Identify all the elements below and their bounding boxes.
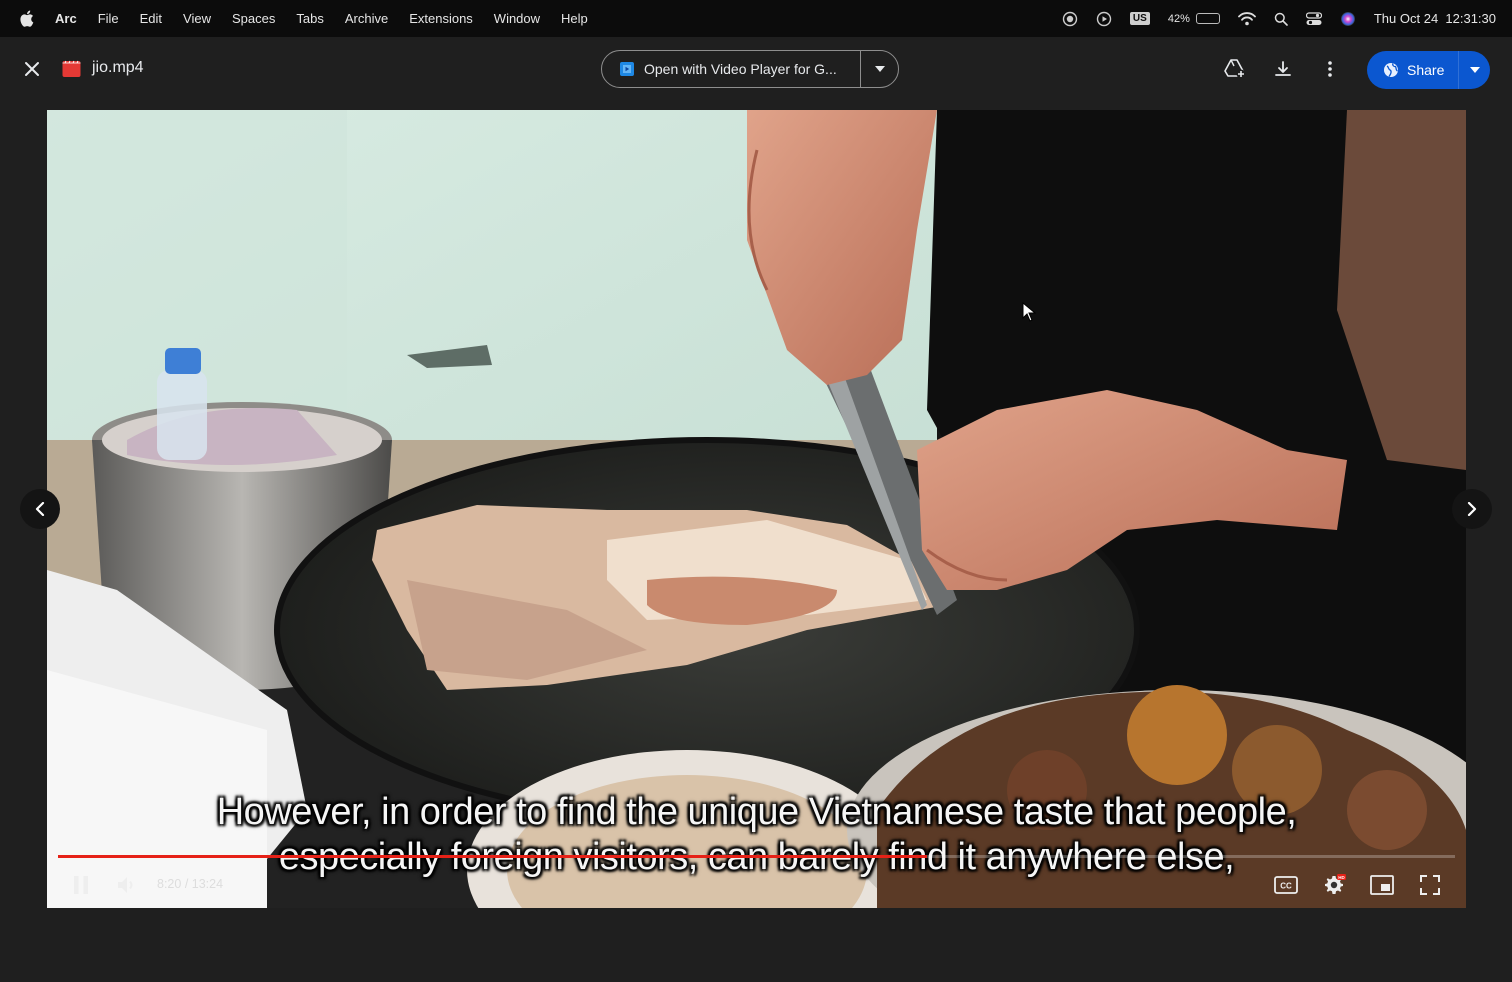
menu-spaces[interactable]: Spaces xyxy=(232,11,275,26)
menu-file[interactable]: File xyxy=(98,11,119,26)
caret-down-icon xyxy=(874,66,885,72)
menu-bar: Arc File Edit View Spaces Tabs Archive E… xyxy=(0,0,1512,37)
battery-percent: 42% xyxy=(1167,12,1190,25)
current-time: 8:20 xyxy=(157,877,182,891)
progress-bar-played xyxy=(58,855,927,858)
video-player-app-icon xyxy=(620,62,634,76)
more-vert-icon[interactable] xyxy=(1318,57,1342,81)
play-circle-icon[interactable] xyxy=(1096,11,1112,27)
menu-app-name[interactable]: Arc xyxy=(55,11,77,26)
download-icon[interactable] xyxy=(1271,57,1295,81)
control-center-icon[interactable] xyxy=(1305,11,1322,26)
menu-tabs[interactable]: Tabs xyxy=(296,11,323,26)
menu-window[interactable]: Window xyxy=(494,11,540,26)
share-label: Share xyxy=(1407,62,1445,78)
battery-status[interactable]: 42% xyxy=(1168,13,1220,25)
mouse-cursor-icon xyxy=(1022,302,1036,322)
share-button[interactable]: Share xyxy=(1367,51,1458,89)
miniplayer-icon[interactable] xyxy=(1368,871,1396,899)
battery-icon xyxy=(1195,13,1220,24)
svg-text:HD: HD xyxy=(1338,875,1345,880)
svg-text:CC: CC xyxy=(1280,882,1292,891)
open-with-split-button: Open with Video Player for G... xyxy=(601,50,899,88)
file-name: jio.mp4 xyxy=(92,59,144,76)
volume-icon[interactable] xyxy=(113,871,141,899)
subtitle-line-1: However, in order to find the unique Vie… xyxy=(216,791,1297,833)
viewer-toolbar: jio.mp4 Open with Video Player for G... … xyxy=(0,37,1512,103)
open-with-label: Open with Video Player for G... xyxy=(644,61,837,77)
menu-extensions[interactable]: Extensions xyxy=(409,11,473,26)
wifi-icon[interactable] xyxy=(1237,11,1256,26)
video-file-icon xyxy=(62,59,81,78)
previous-file-button[interactable] xyxy=(20,489,60,529)
siri-icon[interactable] xyxy=(1340,11,1356,27)
menu-view[interactable]: View xyxy=(183,11,211,26)
video-player[interactable]: However, in order to find the unique Vie… xyxy=(47,110,1466,908)
apple-icon[interactable] xyxy=(19,10,37,27)
open-with-dropdown[interactable] xyxy=(860,51,898,87)
time-display: 8:20 / 13:24 xyxy=(157,877,223,891)
globe-icon xyxy=(1383,62,1399,78)
settings-gear-icon[interactable]: HD xyxy=(1320,871,1348,899)
share-split-button: Share xyxy=(1367,51,1490,89)
record-icon[interactable] xyxy=(1062,11,1078,27)
clock[interactable]: Thu Oct 24 12:31:30 xyxy=(1374,11,1496,26)
chevron-left-icon xyxy=(35,502,45,516)
caret-down-icon xyxy=(1469,67,1480,73)
time-separator: / xyxy=(181,877,192,891)
menu-help[interactable]: Help xyxy=(561,11,588,26)
video-frame xyxy=(47,110,1466,908)
menu-archive[interactable]: Archive xyxy=(345,11,388,26)
pause-icon[interactable] xyxy=(67,871,95,899)
spotlight-search-icon[interactable] xyxy=(1274,12,1288,26)
next-file-button[interactable] xyxy=(1452,489,1492,529)
progress-bar[interactable] xyxy=(58,855,1455,858)
duration: 13:24 xyxy=(191,877,224,891)
fullscreen-icon[interactable] xyxy=(1416,871,1444,899)
share-dropdown[interactable] xyxy=(1458,51,1490,89)
video-controls: 8:20 / 13:24 CC HD xyxy=(47,862,1466,908)
chevron-right-icon xyxy=(1467,502,1477,516)
add-to-drive-icon[interactable] xyxy=(1223,57,1247,81)
captions-icon[interactable]: CC xyxy=(1272,871,1300,899)
open-with-button[interactable]: Open with Video Player for G... xyxy=(602,51,860,87)
menu-edit[interactable]: Edit xyxy=(140,11,162,26)
close-icon[interactable] xyxy=(20,57,44,81)
input-source-badge[interactable]: US xyxy=(1129,12,1150,25)
